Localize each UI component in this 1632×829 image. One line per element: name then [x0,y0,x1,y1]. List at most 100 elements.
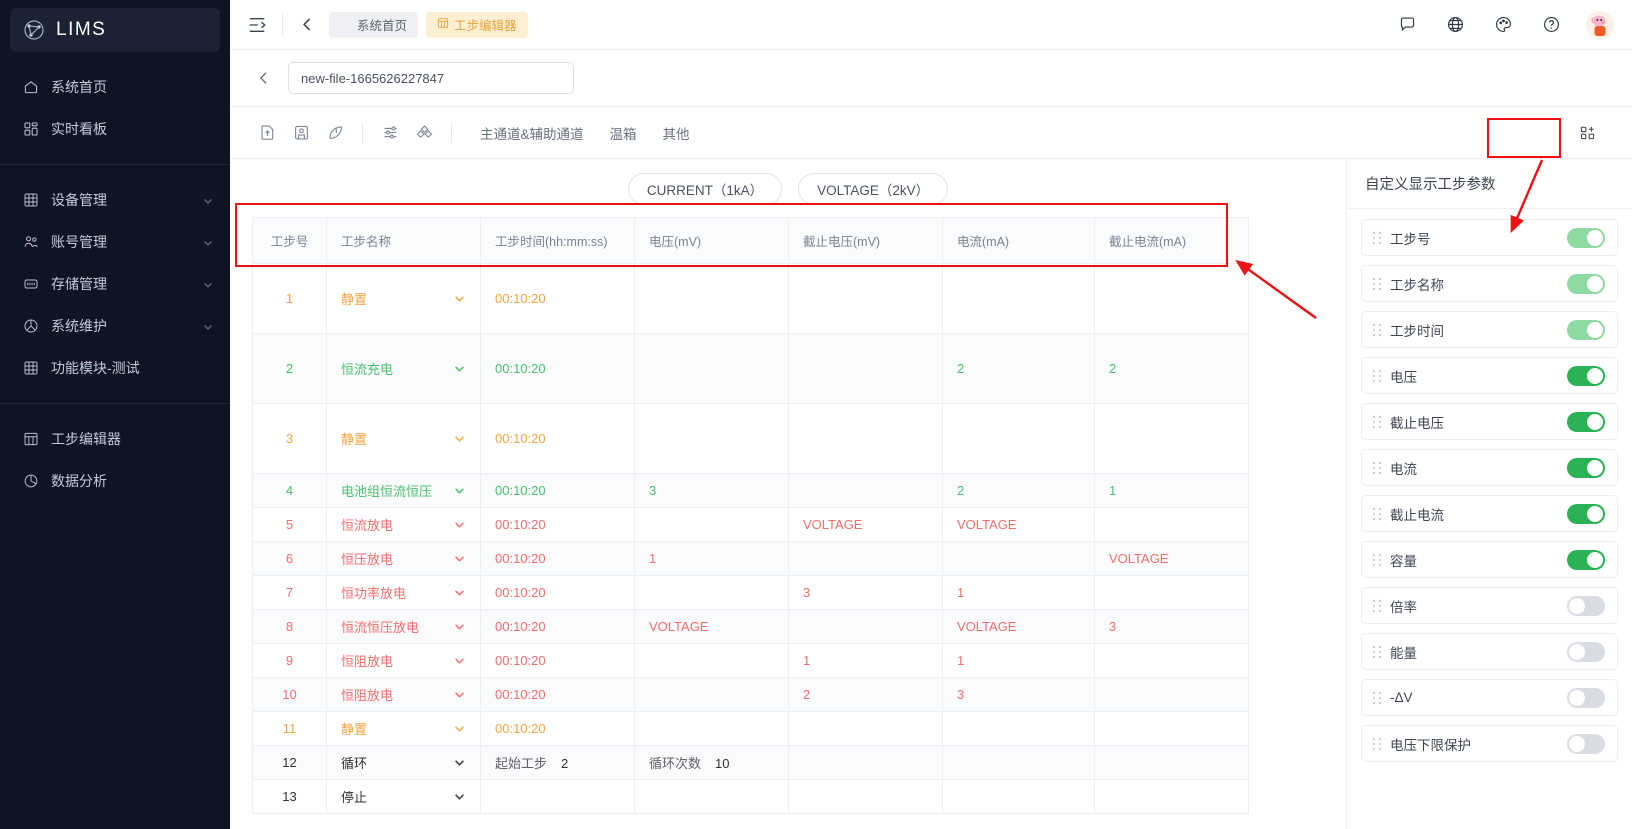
cell-step-name[interactable]: 循环 [326,745,481,780]
sidebar-item-home[interactable]: 系统首页 [0,66,230,108]
cell-cutoff-current[interactable]: 1 [1094,473,1249,508]
cell-step-time[interactable]: 00:10:20 [480,263,635,334]
cell-voltage[interactable]: 3 [634,473,789,508]
param-toggle[interactable] [1567,641,1605,662]
cell-current[interactable]: 2 [942,333,1095,404]
cell-voltage[interactable] [634,643,789,678]
cell-cutoff-current[interactable]: 2 [1094,333,1249,404]
sidebar-item-storage-management[interactable]: 存储管理 [0,263,230,305]
param-row[interactable]: 工步时间 [1361,311,1618,348]
param-row[interactable]: 工步名称 [1361,265,1618,302]
cell-cutoff-current[interactable]: 3 [1094,609,1249,644]
cell-step-time[interactable]: 00:10:20 [480,333,635,404]
chevron-down-icon[interactable] [453,654,466,667]
table-row[interactable]: 9 恒阻放电 00:10:20 1 1 [252,643,1249,678]
cell-cutoff-voltage[interactable]: 2 [788,677,943,712]
diamond-grid-icon[interactable] [407,116,441,150]
cell-step-name[interactable]: 恒功率放电 [326,575,481,610]
table-row[interactable]: 11 静置 00:10:20 [252,711,1249,746]
cell-cutoff-current[interactable]: VOLTAGE [1094,541,1249,576]
cell-voltage[interactable] [634,711,789,746]
cell-current[interactable] [942,541,1095,576]
cell-current[interactable] [942,779,1095,814]
drag-handle-icon[interactable] [1372,277,1382,291]
sidebar-item-device-management[interactable]: 设备管理 [0,179,230,221]
cell-cutoff-voltage[interactable] [788,473,943,508]
cell-cutoff-current[interactable] [1094,745,1249,780]
param-row[interactable]: 电压 [1361,357,1618,394]
table-row[interactable]: 7 恒功率放电 00:10:20 3 1 [252,575,1249,610]
cell-cutoff-voltage[interactable] [788,609,943,644]
table-row[interactable]: 2 恒流充电 00:10:20 2 2 [252,333,1249,404]
cell-voltage[interactable] [634,779,789,814]
cell-step-name[interactable]: 恒流恒压放电 [326,609,481,644]
cell-cutoff-voltage[interactable]: VOLTAGE [788,507,943,542]
param-toggle[interactable] [1567,549,1605,570]
sidebar-collapse-icon[interactable] [244,12,270,38]
avatar[interactable] [1586,10,1614,39]
chevron-down-icon[interactable] [453,722,466,735]
drag-handle-icon[interactable] [1372,645,1382,659]
cell-current[interactable]: 1 [942,643,1095,678]
param-toggle[interactable] [1567,227,1605,248]
cell-cutoff-current[interactable] [1094,677,1249,712]
cell-cutoff-voltage[interactable]: 1 [788,643,943,678]
chevron-down-icon[interactable] [453,362,466,375]
cell-voltage[interactable] [634,403,789,474]
cell-step-name[interactable]: 静置 [326,711,481,746]
table-row[interactable]: 4 电池组恒流恒压 00:10:20 3 2 1 [252,473,1249,508]
drag-handle-icon[interactable] [1372,737,1382,751]
cell-voltage[interactable] [634,507,789,542]
tab-main-aux-channel[interactable]: 主通道&辅助通道 [480,123,584,143]
cell-step-time[interactable]: 00:10:20 [480,541,635,576]
table-row[interactable]: 3 静置 00:10:20 [252,403,1249,474]
drag-handle-icon[interactable] [1372,323,1382,337]
chevron-down-icon[interactable] [453,620,466,633]
cell-step-time[interactable]: 00:10:20 [480,711,635,746]
chevron-down-icon[interactable] [453,552,466,565]
param-toggle[interactable] [1567,411,1605,432]
drag-handle-icon[interactable] [1372,599,1382,613]
save-icon[interactable] [284,116,318,150]
chevron-down-icon[interactable] [453,432,466,445]
cell-step-time[interactable]: 00:10:20 [480,473,635,508]
cell-cutoff-voltage[interactable] [788,403,943,474]
cell-current[interactable] [942,263,1095,334]
cell-step-time[interactable]: 00:10:20 [480,575,635,610]
cell-voltage[interactable] [634,333,789,404]
sliders-icon[interactable] [373,116,407,150]
cell-current[interactable] [942,711,1095,746]
param-toggle[interactable] [1567,503,1605,524]
cell-start-step[interactable]: 起始工步 2 [480,745,635,780]
cone-icon[interactable] [318,116,352,150]
cell-step-time[interactable]: 00:10:20 [480,403,635,474]
sidebar-item-dashboard[interactable]: 实时看板 [0,108,230,150]
param-row[interactable]: -ΔV [1361,679,1618,716]
cell-cutoff-voltage[interactable] [788,541,943,576]
cell-step-name[interactable]: 电池组恒流恒压 [326,473,481,508]
table-row[interactable]: 10 恒阻放电 00:10:20 2 3 [252,677,1249,712]
table-row-loop[interactable]: 12 循环 起始工步 2 循环次数 10 [252,745,1249,780]
brand-logo-block[interactable]: LIMS [10,8,220,52]
cell-current[interactable]: 3 [942,677,1095,712]
param-toggle[interactable] [1567,733,1605,754]
gear-icon[interactable] [1588,65,1614,91]
drag-handle-icon[interactable] [1372,369,1382,383]
cell-voltage[interactable]: VOLTAGE [634,609,789,644]
cell-current[interactable]: VOLTAGE [942,507,1095,542]
breadcrumb-item-step-editor[interactable]: 工步编辑器 [426,11,528,38]
param-row[interactable]: 容量 [1361,541,1618,578]
drag-handle-icon[interactable] [1372,691,1382,705]
sidebar-item-step-editor[interactable]: 工步编辑器 [0,418,230,460]
cell-step-name[interactable]: 静置 [326,263,481,334]
param-row[interactable]: 工步号 [1361,219,1618,256]
cell-cutoff-current[interactable] [1094,575,1249,610]
file-back-button[interactable] [252,66,276,90]
chevron-down-icon[interactable] [453,790,466,803]
cell-cutoff-current[interactable] [1094,403,1249,474]
param-row[interactable]: 电压下限保护 [1361,725,1618,762]
table-row-stop[interactable]: 13 停止 [252,779,1249,814]
chevron-down-icon[interactable] [453,756,466,769]
cell-step-name[interactable]: 停止 [326,779,481,814]
table-row[interactable]: 1 静置 00:10:20 [252,263,1249,334]
